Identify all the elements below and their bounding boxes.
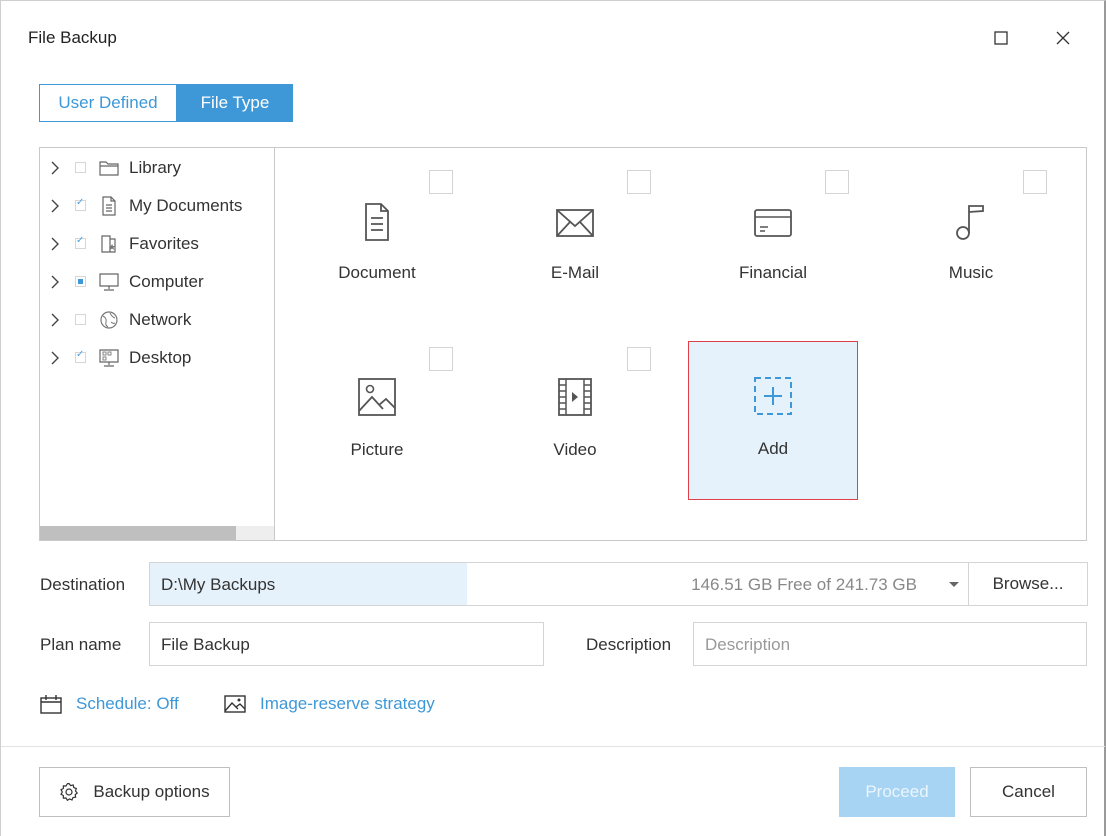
description-input[interactable]: Description (693, 622, 1087, 666)
chevron-right-icon[interactable] (49, 160, 61, 176)
tree-item-library[interactable]: Library (40, 154, 274, 182)
footer-divider (1, 746, 1105, 747)
destination-field[interactable]: D:\My Backups 146.51 GB Free of 241.73 G… (149, 562, 1088, 606)
calendar-icon (40, 695, 62, 714)
file-type-document[interactable]: Document (297, 162, 457, 312)
picture-icon (358, 378, 396, 416)
close-button[interactable] (1045, 21, 1081, 55)
window-title: File Backup (28, 28, 117, 47)
tree-checkbox[interactable] (75, 235, 86, 249)
description-label: Description (586, 635, 672, 654)
email-icon (556, 209, 594, 237)
chevron-right-icon[interactable] (49, 312, 61, 328)
financial-icon (754, 209, 792, 237)
scrollbar-thumb[interactable] (40, 526, 236, 540)
document-icon (102, 196, 116, 216)
document-icon (365, 203, 389, 241)
mode-tabs: User Defined File Type (39, 84, 293, 124)
tree-item-label: Computer (129, 272, 204, 291)
tree-checkbox[interactable] (75, 162, 86, 173)
proceed-button[interactable]: Proceed (839, 767, 955, 817)
dropdown-arrow-icon[interactable] (945, 575, 963, 593)
tree-checkbox[interactable] (75, 197, 86, 211)
backup-options-label: Backup options (93, 782, 210, 801)
chevron-right-icon[interactable] (49, 274, 61, 290)
tab-file-type[interactable]: File Type (177, 84, 293, 122)
file-type-financial[interactable]: Financial (693, 162, 853, 312)
video-icon (558, 378, 592, 416)
file-type-label: E-Mail (550, 263, 600, 282)
file-type-label: Financial (738, 263, 808, 282)
schedule-link-label[interactable]: Schedule: Off (76, 694, 179, 714)
file-type-video[interactable]: Video (495, 339, 655, 489)
tree-item-label: Favorites (129, 234, 199, 253)
file-type-checkbox[interactable] (825, 170, 849, 194)
folder-icon (99, 161, 119, 176)
image-icon (224, 695, 246, 713)
image-reserve-link[interactable]: Image-reserve strategy (224, 694, 435, 714)
tree-item-favorites[interactable]: Favorites (40, 230, 274, 258)
music-icon (956, 205, 984, 240)
file-type-music[interactable]: Music (891, 162, 1051, 312)
network-icon (100, 311, 118, 329)
source-tree: Library My Documents Favorites Computer … (39, 147, 275, 541)
favorites-icon (101, 235, 116, 253)
file-type-label: Video (553, 440, 597, 459)
tree-item-label: Desktop (129, 348, 192, 367)
title-bar: File Backup (1, 1, 1104, 71)
image-reserve-link-label[interactable]: Image-reserve strategy (260, 694, 435, 714)
destination-label: Destination (40, 575, 126, 594)
close-icon (1056, 31, 1070, 45)
backup-options-button[interactable]: Backup options (39, 767, 230, 817)
tree-checkbox[interactable] (75, 276, 86, 287)
tree-horizontal-scrollbar[interactable] (40, 526, 274, 540)
file-type-label: Music (948, 263, 994, 282)
chevron-right-icon[interactable] (49, 236, 61, 252)
file-type-checkbox[interactable] (1023, 170, 1047, 194)
file-type-checkbox[interactable] (429, 347, 453, 371)
browse-button[interactable]: Browse... (968, 563, 1087, 605)
file-type-label: Picture (350, 440, 404, 459)
tree-item-label: Library (129, 158, 181, 177)
add-icon (754, 377, 792, 415)
file-type-email[interactable]: E-Mail (495, 162, 655, 312)
file-type-label: Document (338, 263, 416, 282)
maximize-icon (994, 31, 1008, 45)
computer-icon (99, 273, 119, 291)
file-type-checkbox[interactable] (627, 170, 651, 194)
maximize-button[interactable] (983, 21, 1019, 55)
tree-item-my-documents[interactable]: My Documents (40, 192, 274, 220)
file-backup-window: File Backup User Defined File Type Libra… (0, 0, 1106, 836)
gear-icon (60, 782, 79, 802)
chevron-right-icon[interactable] (49, 198, 61, 214)
destination-path: D:\My Backups (161, 575, 276, 594)
file-type-label: Add (757, 439, 789, 458)
schedule-link[interactable]: Schedule: Off (40, 694, 179, 714)
tree-checkbox[interactable] (75, 349, 86, 363)
file-type-checkbox[interactable] (429, 170, 453, 194)
tree-item-label: My Documents (129, 196, 243, 215)
file-type-add[interactable]: Add (688, 341, 858, 500)
tree-checkbox[interactable] (75, 314, 86, 325)
file-type-checkbox[interactable] (627, 347, 651, 371)
plan-name-input[interactable]: File Backup (149, 622, 544, 666)
tree-item-desktop[interactable]: Desktop (40, 344, 274, 372)
tree-item-network[interactable]: Network (40, 306, 274, 334)
file-type-grid: Document E-Mail Financial Music Picture … (274, 147, 1087, 541)
desktop-icon (99, 349, 119, 367)
chevron-right-icon[interactable] (49, 350, 61, 366)
tree-item-computer[interactable]: Computer (40, 268, 274, 296)
cancel-button[interactable]: Cancel (970, 767, 1087, 817)
file-type-picture[interactable]: Picture (297, 339, 457, 489)
tab-user-defined[interactable]: User Defined (39, 84, 177, 122)
tree-item-label: Network (129, 310, 192, 329)
plan-name-label: Plan name (40, 635, 122, 654)
destination-free-space: 146.51 GB Free of 241.73 GB (691, 575, 917, 594)
